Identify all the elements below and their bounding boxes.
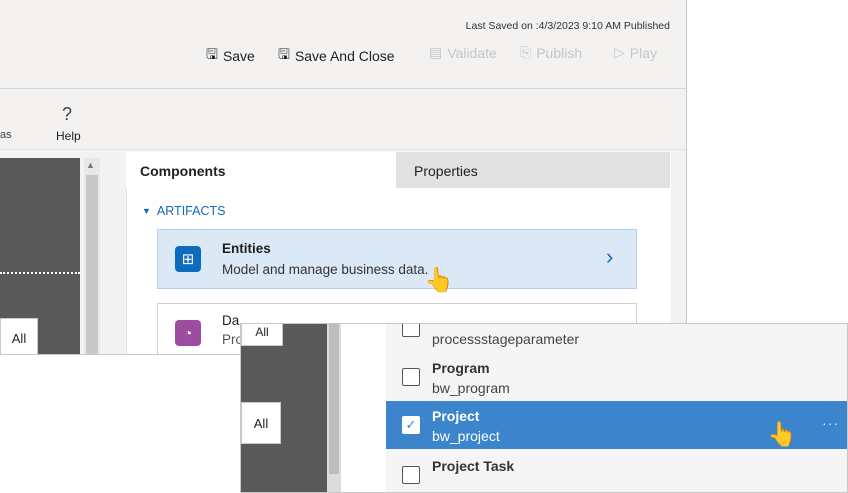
validate-icon: ▤ [429, 44, 443, 60]
checkbox-checked[interactable]: ✓ [402, 416, 420, 434]
save-button[interactable]: 🖫 Save [206, 44, 255, 68]
save-close-icon: 🖫 [278, 46, 290, 62]
entity-display-name: Project Task [432, 458, 515, 474]
artifacts-section-toggle[interactable]: ▼ ARTIFACTS [142, 204, 225, 218]
scrollbar-thumb[interactable] [86, 175, 98, 354]
all-button-partial[interactable]: All [241, 324, 283, 346]
artifacts-section-label: ARTIFACTS [156, 204, 226, 218]
save-and-close-button[interactable]: 🖫 Save And Close [278, 44, 395, 68]
entity-picker-window: All All processstageparameter Program bw… [240, 323, 848, 493]
checkbox[interactable] [402, 466, 420, 484]
all-button[interactable]: All [0, 318, 38, 354]
hand-cursor-icon: 👆 [424, 267, 454, 294]
dashboard-gauge-icon: ◔ [175, 320, 201, 346]
tab-properties[interactable]: Properties [396, 152, 670, 188]
chevron-right-icon: › [606, 244, 614, 269]
help-icon[interactable]: ? [62, 104, 72, 125]
entities-grid-icon: ⊞ [175, 246, 201, 272]
designer-window: Last Saved on :4/3/2023 9:10 AM Publishe… [0, 0, 687, 355]
tab-properties-label: Properties [414, 163, 478, 179]
help-button[interactable]: Help [56, 129, 81, 143]
list-item[interactable]: processstageparameter [386, 324, 847, 352]
list-item[interactable]: Program bw_program [386, 353, 847, 401]
play-button[interactable]: ▷ Play [614, 44, 657, 61]
entities-description: Model and manage business data. [222, 262, 429, 277]
entity-logical-name: processstageparameter [432, 331, 580, 347]
checkbox[interactable] [402, 368, 420, 386]
validate-button[interactable]: ▤ Validate [429, 44, 497, 61]
ribbon-truncated-label: as [0, 129, 12, 141]
entity-display-name: Program [432, 360, 490, 376]
caret-down-icon: ▼ [142, 206, 151, 216]
entity-logical-name: bw_program [432, 380, 510, 396]
entity-display-name: Project [432, 408, 480, 424]
dashboards-title: Da [222, 313, 240, 328]
list-item[interactable]: Project Task [386, 451, 847, 492]
checkbox[interactable] [402, 324, 420, 337]
tab-components[interactable]: Components [126, 152, 396, 188]
dotted-divider [0, 272, 80, 276]
ribbon [0, 89, 686, 150]
top-toolbar: Last Saved on :4/3/2023 9:10 AM Publishe… [0, 0, 686, 89]
scroll-up-arrow-icon[interactable]: ▲ [86, 160, 95, 170]
play-label: Play [629, 44, 658, 61]
validate-label: Validate [447, 44, 497, 61]
hand-cursor-icon: 👆 [767, 421, 797, 448]
save-label: Save [222, 48, 255, 64]
last-saved-status: Last Saved on :4/3/2023 9:10 AM Publishe… [465, 20, 670, 32]
publish-label: Publish [536, 44, 583, 61]
floppy-disk-icon: 🖫 [206, 46, 218, 62]
save-and-close-label: Save And Close [294, 48, 395, 64]
entities-title: Entities [222, 241, 271, 256]
all-button[interactable]: All [241, 402, 281, 444]
tab-components-label: Components [140, 163, 226, 179]
scrollbar-thumb[interactable] [329, 324, 339, 474]
entity-logical-name: bw_project [432, 428, 500, 444]
play-icon: ▷ [614, 44, 625, 60]
more-options-icon[interactable]: ··· [822, 415, 839, 431]
publish-icon: ⎘ [520, 44, 532, 60]
entities-card[interactable]: ⊞ Entities Model and manage business dat… [157, 229, 637, 289]
publish-button[interactable]: ⎘ Publish [520, 44, 582, 61]
